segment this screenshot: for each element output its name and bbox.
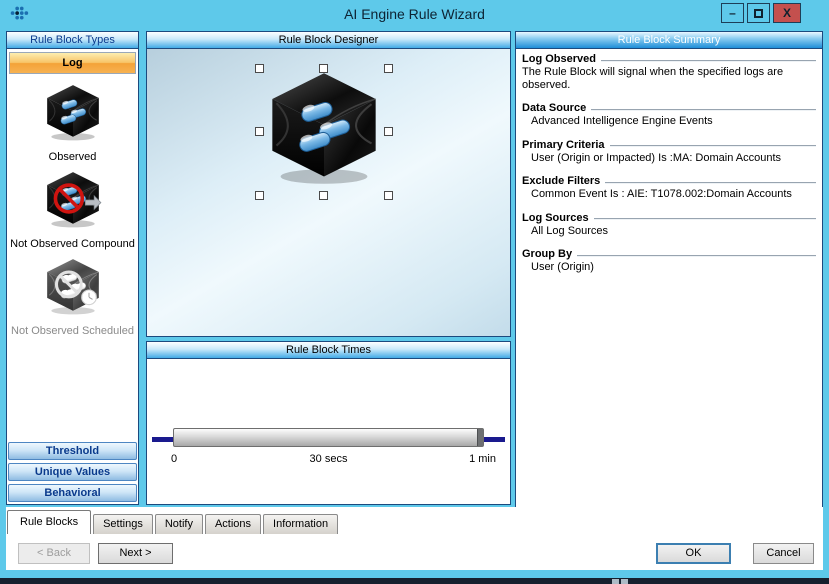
- behavioral-category-button[interactable]: Behavioral: [8, 484, 137, 502]
- maximize-icon: [754, 9, 763, 18]
- rule-block-types-panel: Rule Block Types Log Observed Not Observ…: [6, 31, 139, 505]
- time-tick-labels: 0 30 secs 1 min: [147, 453, 510, 467]
- selection-handle[interactable]: [319, 64, 328, 73]
- summary-section: Data Source Advanced Intelligence Engine…: [522, 102, 816, 128]
- bottom-strip: Rule Blocks Settings Notify Actions Info…: [6, 507, 823, 570]
- wizard-tabs: Rule Blocks Settings Notify Actions Info…: [7, 507, 340, 534]
- summary-section-body: Advanced Intelligence Engine Events: [522, 115, 816, 128]
- summary-section-title: Group By: [522, 248, 572, 260]
- rule-block-summary-panel: Rule Block Summary Log Observed The Rule…: [515, 31, 823, 508]
- summary-section: Log Sources All Log Sources: [522, 212, 816, 238]
- rule-block-times-header: Rule Block Times: [147, 342, 510, 359]
- type-item-observed[interactable]: Observed: [7, 82, 138, 163]
- type-item-label: Not Observed Scheduled: [7, 325, 138, 337]
- unique-values-category-button[interactable]: Unique Values: [8, 463, 137, 481]
- rule-block-times-body: 0 30 secs 1 min: [147, 359, 510, 504]
- selection-handle[interactable]: [384, 64, 393, 73]
- desktop-background: [0, 578, 829, 584]
- selection-handle[interactable]: [255, 64, 264, 73]
- log-observed-cube-icon: [40, 82, 106, 144]
- tab-notify[interactable]: Notify: [155, 514, 203, 534]
- type-item-not-observed-compound[interactable]: Not Observed Compound: [7, 169, 138, 250]
- close-button[interactable]: X: [773, 3, 801, 23]
- section-divider: [577, 255, 816, 257]
- selected-log-observed-cube[interactable]: [262, 67, 386, 191]
- section-divider: [605, 182, 816, 184]
- section-divider: [591, 109, 816, 111]
- log-category-button[interactable]: Log: [9, 52, 136, 74]
- rule-block-designer-panel: Rule Block Designer: [146, 31, 511, 337]
- maximize-button[interactable]: [747, 3, 770, 23]
- rule-block-times-panel: Rule Block Times 0 30 secs 1 min: [146, 341, 511, 505]
- summary-section: Primary Criteria User (Origin or Impacte…: [522, 139, 816, 165]
- selection-handle[interactable]: [384, 191, 393, 200]
- tab-information[interactable]: Information: [263, 514, 338, 534]
- selection-handle[interactable]: [319, 191, 328, 200]
- summary-section: Exclude Filters Common Event Is : AIE: T…: [522, 175, 816, 201]
- summary-section-body: The Rule Block will signal when the spec…: [522, 66, 816, 91]
- ok-button[interactable]: OK: [656, 543, 731, 564]
- window-title: AI Engine Rule Wizard: [0, 6, 829, 22]
- threshold-category-button[interactable]: Threshold: [8, 442, 137, 460]
- category-buttons: Threshold Unique Values Behavioral: [7, 441, 138, 504]
- minimize-button[interactable]: –: [721, 3, 744, 23]
- summary-section-title: Primary Criteria: [522, 139, 605, 151]
- time-range-slider[interactable]: [173, 428, 484, 447]
- summary-section: Group By User (Origin): [522, 248, 816, 274]
- selection-handle[interactable]: [255, 127, 264, 136]
- rule-block-summary-body: Log Observed The Rule Block will signal …: [516, 49, 822, 274]
- tick-end-label: 1 min: [469, 453, 496, 465]
- type-item-label: Not Observed Compound: [7, 238, 138, 250]
- summary-section-title: Exclude Filters: [522, 175, 600, 187]
- summary-section-body: Common Event Is : AIE: T1078.002:Domain …: [522, 188, 816, 201]
- summary-section: Log Observed The Rule Block will signal …: [522, 53, 816, 91]
- ai-engine-rule-wizard-window: AI Engine Rule Wizard – X Rule Block Typ…: [0, 0, 829, 578]
- type-item-not-observed-scheduled: Not Observed Scheduled: [7, 256, 138, 337]
- taskbar-fragment: [612, 579, 628, 584]
- minimize-icon: –: [729, 6, 736, 20]
- summary-section-title: Log Observed: [522, 53, 596, 65]
- tab-settings[interactable]: Settings: [93, 514, 153, 534]
- close-icon: X: [783, 6, 791, 20]
- selection-handle[interactable]: [255, 191, 264, 200]
- not-observed-scheduled-cube-icon: [40, 256, 106, 318]
- designer-canvas[interactable]: [147, 49, 510, 336]
- summary-section-body: All Log Sources: [522, 225, 816, 238]
- summary-section-body: User (Origin): [522, 261, 816, 274]
- summary-section-title: Data Source: [522, 102, 586, 114]
- titlebar: AI Engine Rule Wizard – X: [0, 0, 829, 27]
- next-button[interactable]: Next >: [98, 543, 173, 564]
- rule-block-types-header: Rule Block Types: [7, 32, 138, 49]
- tick-mid-label: 30 secs: [147, 453, 510, 465]
- back-button: < Back: [18, 543, 90, 564]
- section-divider: [610, 145, 816, 147]
- selection-handle[interactable]: [384, 127, 393, 136]
- tab-actions[interactable]: Actions: [205, 514, 261, 534]
- type-item-label: Observed: [7, 151, 138, 163]
- not-observed-compound-cube-icon: [40, 169, 106, 231]
- section-divider: [594, 218, 816, 220]
- rule-block-summary-header: Rule Block Summary: [516, 32, 822, 49]
- rule-block-designer-header: Rule Block Designer: [147, 32, 510, 49]
- rule-block-type-list: Observed Not Observed Compound: [7, 76, 138, 441]
- section-divider: [601, 60, 816, 62]
- cancel-button[interactable]: Cancel: [753, 543, 814, 564]
- summary-section-body: User (Origin or Impacted) Is :MA: Domain…: [522, 152, 816, 165]
- summary-section-title: Log Sources: [522, 212, 589, 224]
- tab-rule-blocks[interactable]: Rule Blocks: [7, 510, 91, 534]
